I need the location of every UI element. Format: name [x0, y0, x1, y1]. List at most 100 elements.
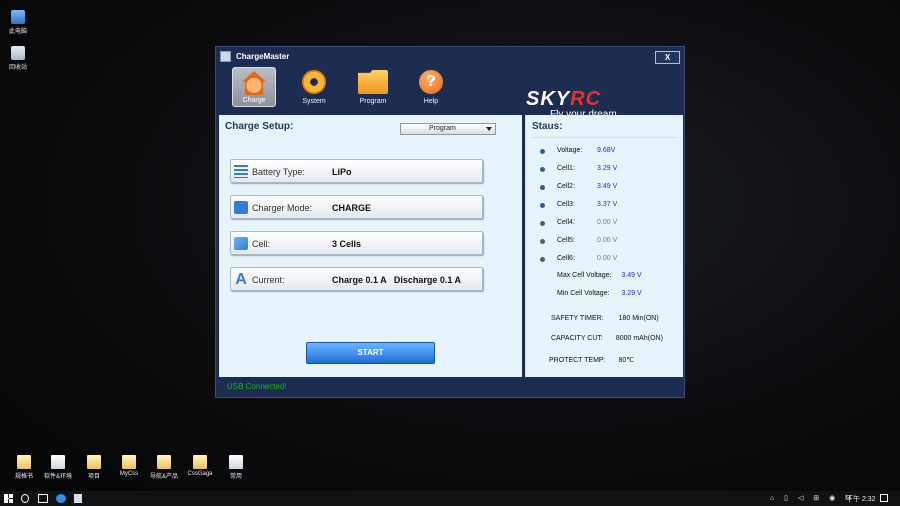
- battery-type-row[interactable]: Battery Type: LiPo: [230, 159, 483, 183]
- cell6-value: 0.00 V: [597, 255, 618, 262]
- cell-row[interactable]: Cell: 3 Cells: [230, 231, 483, 255]
- status-dot-icon: [540, 203, 545, 208]
- desktop-icon-file[interactable]: CssGaga: [182, 455, 218, 477]
- current-row[interactable]: A Current: Charge 0.1 A Discharge 0.1 A: [230, 267, 483, 291]
- brand-logo-main: SKY: [526, 88, 571, 110]
- file-icon: [51, 455, 65, 469]
- desktop-icon-label: MyCss: [119, 471, 139, 477]
- status-bar: USB Connected!: [216, 377, 684, 397]
- desktop-icon-label: 导航&产品: [149, 474, 178, 480]
- tab-program[interactable]: Program: [351, 67, 395, 107]
- charger-mode-row[interactable]: Charger Mode: CHARGE: [230, 195, 483, 219]
- taskbar: ⌂ ▯ ◁ ⊞ ◉ M 下午 2:32: [0, 491, 900, 506]
- status-dot-icon: [540, 239, 545, 244]
- tab-label: Charge: [242, 97, 266, 104]
- safety-timer-label: SAFETY TIMER:: [551, 315, 604, 322]
- desktop-icon-file[interactable]: 项目: [76, 455, 112, 480]
- current-label: Current:: [252, 275, 285, 285]
- capacity-cut-value: 8000 mAh(ON): [615, 335, 663, 342]
- start-button[interactable]: START: [306, 342, 435, 364]
- desktop-icon-file[interactable]: 规格书: [6, 455, 42, 480]
- protect-temp-label: PROTECT TEMP:: [549, 357, 606, 364]
- cell5-label: Cell5:: [557, 237, 575, 244]
- gear-icon: [302, 70, 326, 94]
- file-icon: [122, 455, 136, 469]
- cell6-label: Cell6:: [557, 255, 575, 262]
- cell2-label: Cell2:: [557, 183, 575, 190]
- edge-browser-icon[interactable]: [56, 494, 66, 503]
- help-icon: ?: [419, 70, 443, 94]
- charge-setup-title: Charge Setup:: [225, 121, 294, 132]
- status-dot-icon: [540, 185, 545, 190]
- window-title: ChargeMaster: [236, 52, 290, 61]
- safety-timer: SAFETY TIMER: 180 Min(ON): [551, 315, 659, 322]
- max-cell-voltage-value: 3.49 V: [621, 272, 642, 279]
- tab-help[interactable]: ? Help: [409, 67, 453, 107]
- status-panel: Staus: Voltage: 9.68V Cell1: 3.29 V Cell…: [525, 115, 683, 377]
- clock[interactable]: 下午 2:32: [846, 494, 876, 504]
- desktop-icon-label: 项目: [87, 474, 100, 480]
- file-icon: [229, 455, 243, 469]
- tab-label: Help: [423, 98, 439, 105]
- task-view-icon[interactable]: [38, 494, 48, 503]
- search-icon[interactable]: [21, 494, 29, 503]
- title-bar[interactable]: ChargeMaster X: [216, 47, 684, 67]
- desktop-icon-label: 软件&环境: [43, 474, 72, 480]
- min-cell-voltage: Min Cell Voltage: 3.29 V: [557, 290, 642, 297]
- system-tray-icons[interactable]: ⌂ ▯ ◁ ⊞ ◉ M: [770, 494, 855, 502]
- max-cell-voltage: Max Cell Voltage: 3.49 V: [557, 272, 642, 279]
- status-dot-icon: [540, 221, 545, 226]
- list-icon: [234, 165, 248, 178]
- desktop-icon-computer[interactable]: 此电脑: [0, 10, 36, 35]
- start-menu-icon[interactable]: [4, 494, 13, 503]
- min-cell-voltage-value: 3.29 V: [621, 290, 642, 297]
- program-select-value: Program: [429, 125, 456, 132]
- max-cell-voltage-label: Max Cell Voltage:: [557, 272, 612, 279]
- desktop-icon-label: 常用: [229, 474, 242, 480]
- battery-type-label: Battery Type:: [252, 167, 305, 177]
- current-value: Charge 0.1 A Discharge 0.1 A: [332, 275, 462, 285]
- charger-mode-value: CHARGE: [332, 203, 372, 213]
- cell1-value: 3.29 V: [597, 165, 618, 172]
- app-icon: [220, 51, 231, 62]
- safety-timer-value: 180 Min(ON): [618, 315, 659, 322]
- close-button[interactable]: X: [655, 51, 680, 64]
- tab-label: Program: [359, 98, 387, 105]
- desktop-icon-recycle-bin[interactable]: 回收站: [0, 46, 36, 71]
- battery-icon: [234, 201, 248, 214]
- file-icon: [17, 455, 31, 469]
- cell4-value: 0.00 V: [597, 219, 618, 226]
- desktop-icon-file[interactable]: 常用: [218, 455, 254, 480]
- capacity-cut: CAPACITY CUT: 8000 mAh(ON): [551, 335, 663, 342]
- tab-charge[interactable]: Charge: [232, 67, 276, 107]
- folder-icon: [358, 70, 388, 94]
- desktop-icon-file[interactable]: 导航&产品: [146, 455, 182, 480]
- home-charge-icon: [242, 71, 266, 95]
- notification-icon[interactable]: [880, 494, 888, 502]
- desktop-icon-label: 规格书: [14, 474, 33, 480]
- cell-value: 3 Cells: [332, 239, 362, 249]
- status-dot-icon: [540, 257, 545, 262]
- min-cell-voltage-label: Min Cell Voltage:: [557, 290, 610, 297]
- usb-connection-status: USB Connected!: [227, 382, 287, 391]
- tab-system[interactable]: System: [292, 67, 336, 107]
- cell2-value: 3.49 V: [597, 183, 618, 190]
- pinned-app-icon[interactable]: [74, 494, 82, 503]
- status-title: Staus:: [532, 121, 563, 132]
- protect-temp: PROTECT TEMP: 80℃: [549, 356, 634, 364]
- voltage-label: Voltage:: [557, 147, 583, 154]
- program-select[interactable]: Program: [400, 123, 496, 135]
- brand-logo-text: SKYRC: [526, 89, 646, 109]
- desktop-icon-label: 此电脑: [8, 29, 27, 35]
- charge-setup-panel: Charge Setup: Program Battery Type: LiPo…: [219, 115, 522, 377]
- desktop-icon-label: 回收站: [8, 65, 27, 71]
- desktop-icon-file[interactable]: MyCss: [111, 455, 147, 477]
- desktop-icon-file[interactable]: 软件&环境: [40, 455, 76, 480]
- status-divider: [532, 137, 678, 138]
- chargemaster-window: ChargeMaster X Charge System Program ? H…: [215, 46, 685, 398]
- chevron-down-icon: [486, 127, 492, 131]
- file-icon: [193, 455, 207, 469]
- file-icon: [157, 455, 171, 469]
- cell-label: Cell:: [252, 239, 271, 249]
- desktop-icon-label: CssGaga: [187, 471, 213, 477]
